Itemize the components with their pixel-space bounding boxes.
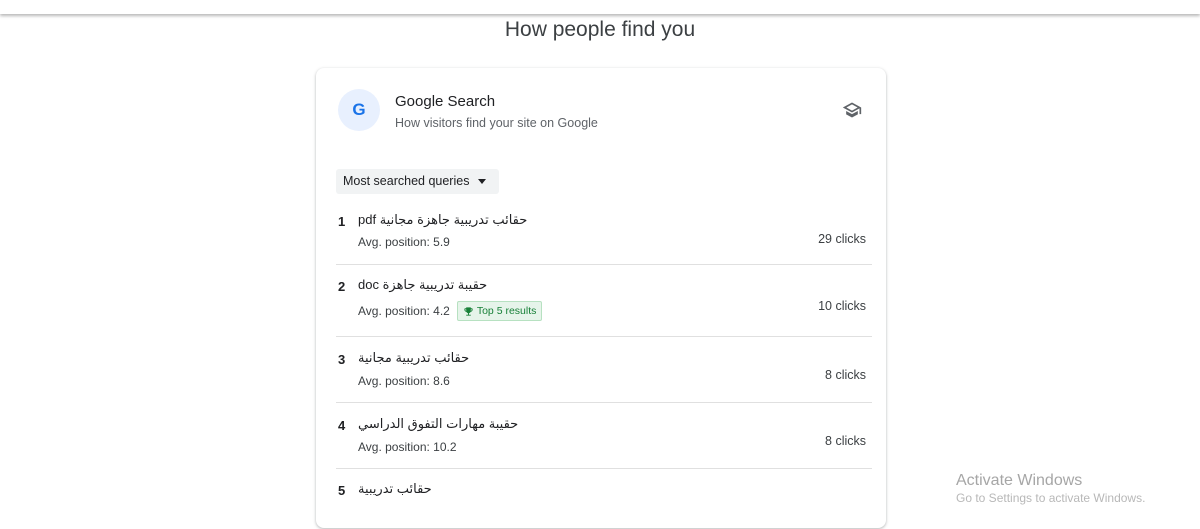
query-position: Avg. position: 4.2 Top 5 results [358, 301, 543, 321]
list-item[interactable]: 1 حقائب تدريبية جاهزة مجانية pdf Avg. po… [336, 202, 872, 265]
badge-label: Top 5 results [476, 305, 537, 317]
card-title: Google Search [395, 93, 496, 110]
google-search-card: G Google Search How visitors find your s… [316, 68, 886, 528]
activate-windows-watermark: Activate Windows [956, 472, 1083, 489]
list-item[interactable]: 5 حقائب تدريبية [336, 469, 872, 529]
dropdown-label: Most searched queries [343, 174, 470, 188]
query-text: حقائب تدريبية مجانية [358, 350, 470, 365]
query-rank: 3 [338, 352, 346, 367]
query-clicks: 8 clicks [825, 434, 866, 448]
activate-windows-hint: Go to Settings to activate Windows. [956, 491, 1146, 505]
avg-position: Avg. position: 8.6 [358, 374, 450, 388]
school-icon[interactable] [842, 100, 862, 120]
avg-position: Avg. position: 4.2 [358, 304, 450, 318]
caret-down-icon [478, 179, 487, 184]
query-text: حقائب تدريبية جاهزة مجانية pdf [358, 212, 528, 227]
query-list: 1 حقائب تدريبية جاهزة مجانية pdf Avg. po… [336, 202, 872, 529]
queries-dropdown[interactable]: Most searched queries [336, 169, 500, 194]
query-position: Avg. position: 8.6 [358, 374, 450, 388]
avg-position: Avg. position: 10.2 [358, 440, 457, 454]
list-item[interactable]: 4 حقيبة مهارات التفوق الدراسي Avg. posit… [336, 403, 872, 469]
card-subtitle: How visitors find your site on Google [395, 116, 598, 130]
list-item[interactable]: 2 حقيبة تدريبية جاهزة doc Avg. position:… [336, 265, 872, 337]
top-results-badge: Top 5 results [456, 301, 543, 321]
query-text: حقائب تدريبية [358, 481, 432, 496]
query-text: حقيبة مهارات التفوق الدراسي [358, 416, 519, 431]
query-rank: 4 [338, 418, 346, 433]
query-position: Avg. position: 5.9 [358, 235, 450, 249]
list-item[interactable]: 3 حقائب تدريبية مجانية Avg. position: 8.… [336, 337, 872, 403]
query-clicks: 10 clicks [818, 299, 866, 313]
google-logo-icon: G [338, 89, 380, 131]
query-position: Avg. position: 10.2 [358, 440, 457, 454]
avg-position: Avg. position: 5.9 [358, 235, 450, 249]
top-bar [0, 0, 1200, 14]
query-rank: 1 [338, 214, 346, 229]
query-rank: 5 [338, 483, 346, 498]
trophy-icon [464, 306, 473, 316]
query-clicks: 29 clicks [818, 232, 866, 246]
query-rank: 2 [338, 279, 346, 294]
page-title: How people find you [504, 18, 696, 41]
query-clicks: 8 clicks [825, 368, 866, 382]
query-text: حقيبة تدريبية جاهزة doc [358, 277, 488, 292]
